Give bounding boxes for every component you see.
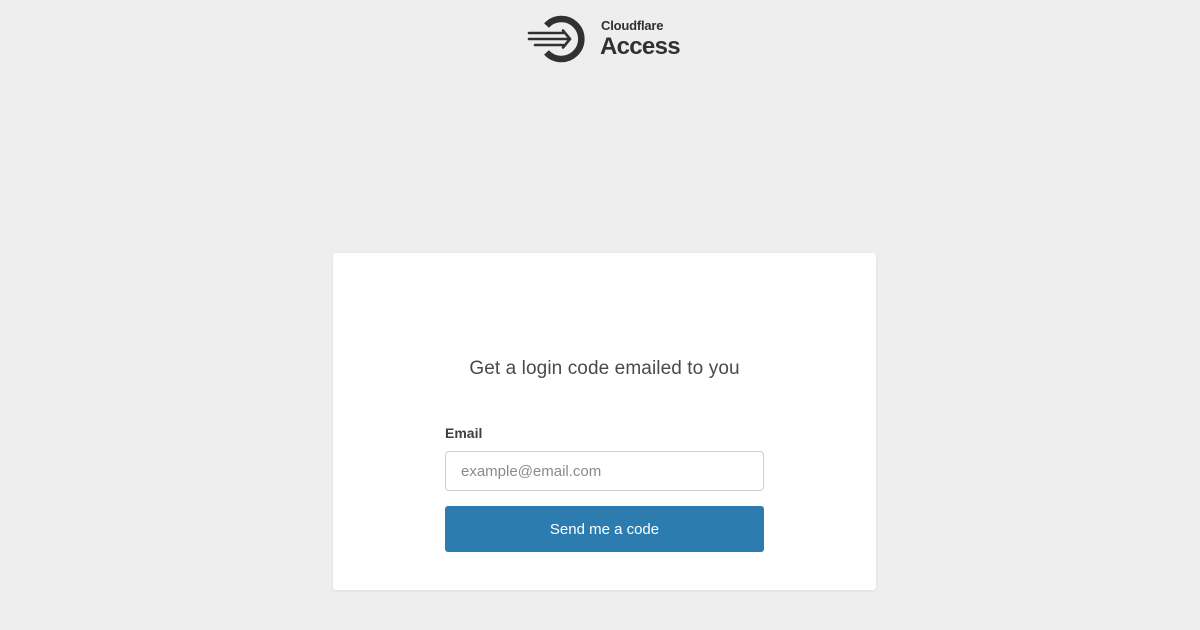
email-label: Email bbox=[445, 425, 483, 441]
logo-text: Cloudflare Access bbox=[600, 18, 681, 60]
login-card: Get a login code emailed to you Email Se… bbox=[333, 253, 876, 590]
logo-brand-name: Cloudflare bbox=[601, 18, 664, 33]
logo-product-name: Access bbox=[600, 33, 681, 60]
login-page: Cloudflare Access Get a login code email… bbox=[0, 0, 1200, 630]
login-card-title: Get a login code emailed to you bbox=[469, 358, 740, 379]
send-code-button[interactable]: Send me a code bbox=[445, 506, 764, 552]
email-input[interactable] bbox=[445, 451, 764, 491]
cloudflare-access-logo: Cloudflare Access bbox=[527, 14, 681, 64]
cloudflare-access-logo-icon bbox=[527, 15, 585, 63]
